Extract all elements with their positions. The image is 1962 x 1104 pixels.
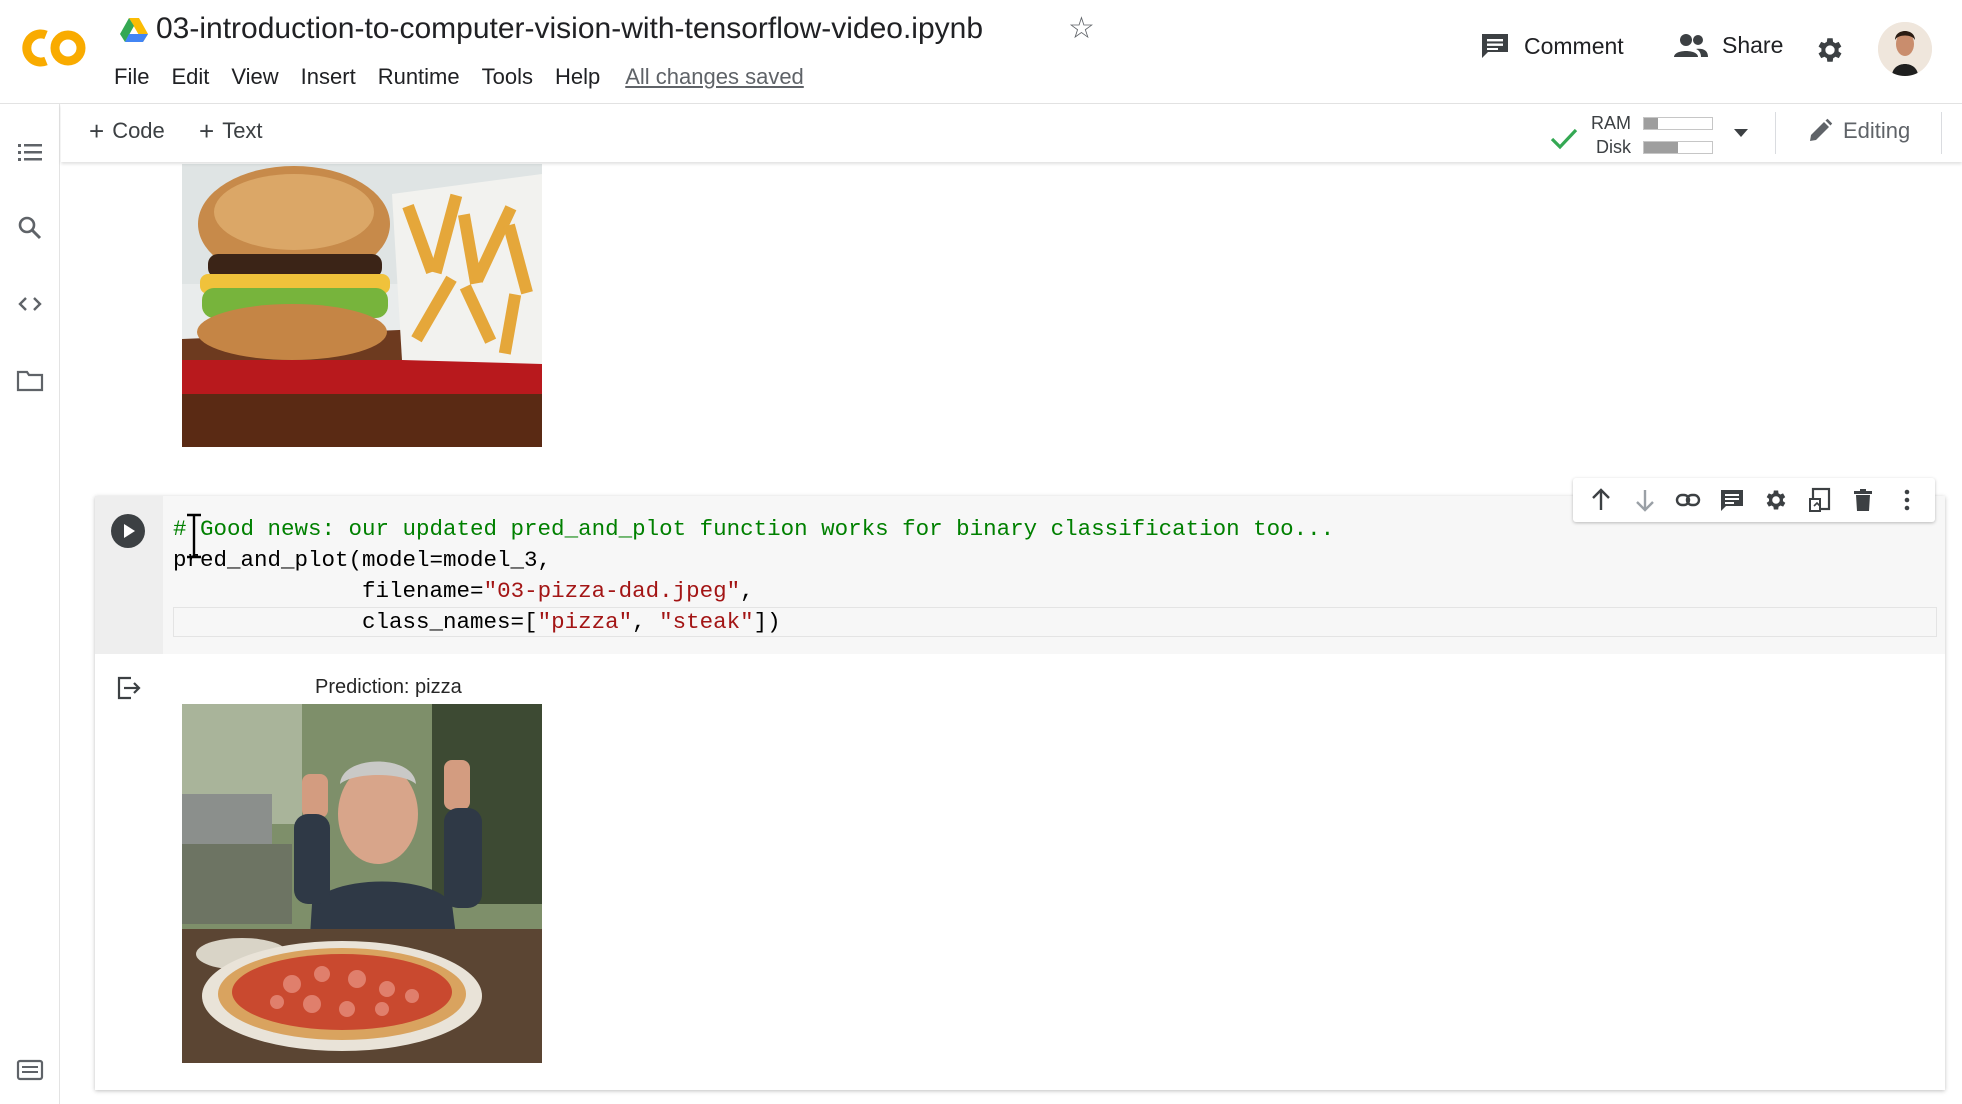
left-sidebar bbox=[0, 104, 60, 1104]
share-button[interactable]: Share bbox=[1674, 32, 1783, 59]
code-cell[interactable]: # Good news: our updated pred_and_plot f… bbox=[95, 478, 1945, 1090]
code-token: pred_and_plot(model=model_3, bbox=[173, 547, 552, 573]
plus-icon: + bbox=[89, 116, 105, 146]
add-code-cell-button[interactable]: + Code bbox=[89, 118, 165, 144]
code-token: , bbox=[632, 609, 660, 635]
terminal-icon[interactable] bbox=[16, 1056, 44, 1084]
code-line[interactable]: # Good news: our updated pred_and_plot f… bbox=[173, 514, 1334, 545]
toolbar-divider bbox=[1775, 112, 1776, 154]
code-token: "pizza" bbox=[537, 609, 633, 635]
table-of-contents-icon[interactable] bbox=[16, 138, 44, 166]
menu-edit[interactable]: Edit bbox=[160, 62, 220, 92]
editing-mode-button[interactable]: Editing bbox=[1807, 118, 1910, 144]
code-line[interactable]: class_names=["pizza", "steak"]) bbox=[173, 607, 1334, 638]
link-icon[interactable] bbox=[1675, 487, 1701, 513]
code-token: # Good news: our updated pred_and_plot f… bbox=[173, 516, 1335, 542]
user-avatar[interactable] bbox=[1878, 22, 1932, 76]
burger-output-image bbox=[182, 164, 542, 447]
code-token: , bbox=[740, 578, 754, 604]
ram-usage-fill bbox=[1644, 118, 1658, 129]
arrow-down-icon[interactable] bbox=[1632, 487, 1658, 513]
code-token: "steak" bbox=[659, 609, 754, 635]
trash-icon[interactable] bbox=[1850, 487, 1876, 513]
add-code-label: Code bbox=[112, 118, 165, 143]
comment-icon[interactable] bbox=[1719, 487, 1745, 513]
menu-help[interactable]: Help bbox=[544, 62, 611, 92]
add-text-label: Text bbox=[222, 118, 263, 143]
menu-runtime[interactable]: Runtime bbox=[367, 62, 471, 92]
code-token: ]) bbox=[753, 609, 781, 635]
menu-file[interactable]: File bbox=[114, 62, 160, 92]
mirror-cell-icon[interactable] bbox=[1807, 487, 1833, 513]
header-bar: 03-introduction-to-computer-vision-with-… bbox=[0, 0, 1962, 104]
menu-tools[interactable]: Tools bbox=[471, 62, 544, 92]
cell-gutter bbox=[95, 496, 163, 654]
folder-icon[interactable] bbox=[16, 366, 44, 394]
disk-usage-bar bbox=[1643, 141, 1713, 154]
star-icon[interactable]: ☆ bbox=[1068, 14, 1095, 44]
notebook-content: # Good news: our updated pred_and_plot f… bbox=[61, 162, 1962, 1104]
pencil-icon bbox=[1810, 118, 1833, 141]
add-text-cell-button[interactable]: + Text bbox=[199, 118, 263, 144]
notebook-toolbar: + Code + Text RAM Disk Editing bbox=[61, 104, 1962, 162]
editing-label: Editing bbox=[1843, 118, 1911, 143]
ram-label: RAM bbox=[1591, 113, 1631, 133]
search-icon[interactable] bbox=[16, 214, 44, 242]
share-label: Share bbox=[1722, 32, 1784, 58]
people-icon bbox=[1674, 33, 1708, 57]
google-drive-icon[interactable] bbox=[120, 18, 148, 42]
play-icon bbox=[124, 524, 135, 538]
more-vert-icon[interactable] bbox=[1894, 487, 1920, 513]
plus-icon: + bbox=[199, 116, 215, 146]
save-status-link[interactable]: All changes saved bbox=[611, 62, 804, 92]
disk-usage-fill bbox=[1644, 142, 1678, 153]
gear-icon[interactable] bbox=[1763, 487, 1789, 513]
code-line[interactable]: filename="03-pizza-dad.jpeg", bbox=[173, 576, 1334, 607]
comment-icon bbox=[1482, 34, 1508, 58]
code-token: class_names=[ bbox=[173, 609, 538, 635]
disk-label: Disk bbox=[1596, 137, 1631, 157]
comment-button[interactable]: Comment bbox=[1480, 32, 1624, 60]
code-line[interactable]: pred_and_plot(model=model_3, bbox=[173, 545, 1334, 576]
code-token: "03-pizza-dad.jpeg" bbox=[483, 578, 741, 604]
dropdown-arrow-icon[interactable] bbox=[1733, 128, 1749, 138]
menu-insert[interactable]: Insert bbox=[290, 62, 367, 92]
prediction-title: Prediction: pizza bbox=[315, 676, 462, 698]
ram-usage-bar bbox=[1643, 117, 1713, 130]
notebook-title[interactable]: 03-introduction-to-computer-vision-with-… bbox=[156, 12, 983, 46]
comment-label: Comment bbox=[1524, 32, 1624, 59]
menu-bar: File Edit View Insert Runtime Tools Help… bbox=[114, 62, 804, 92]
code-snippets-icon[interactable] bbox=[16, 290, 44, 318]
run-cell-button[interactable] bbox=[111, 514, 145, 548]
arrow-up-icon[interactable] bbox=[1588, 487, 1614, 513]
code-text[interactable]: # Good news: our updated pred_and_plot f… bbox=[173, 514, 1334, 638]
colab-logo[interactable] bbox=[20, 26, 90, 70]
pizza-dad-output-image bbox=[182, 704, 542, 1063]
text-cursor-icon bbox=[187, 513, 201, 559]
gear-icon[interactable] bbox=[1814, 34, 1846, 66]
code-token: filename= bbox=[173, 578, 484, 604]
toolbar-divider bbox=[1941, 112, 1942, 154]
colab-notebook-window: 03-introduction-to-computer-vision-with-… bbox=[0, 0, 1962, 1104]
cell-toolbar bbox=[1573, 478, 1935, 522]
output-redirect-icon[interactable] bbox=[115, 674, 143, 702]
menu-view[interactable]: View bbox=[220, 62, 289, 92]
